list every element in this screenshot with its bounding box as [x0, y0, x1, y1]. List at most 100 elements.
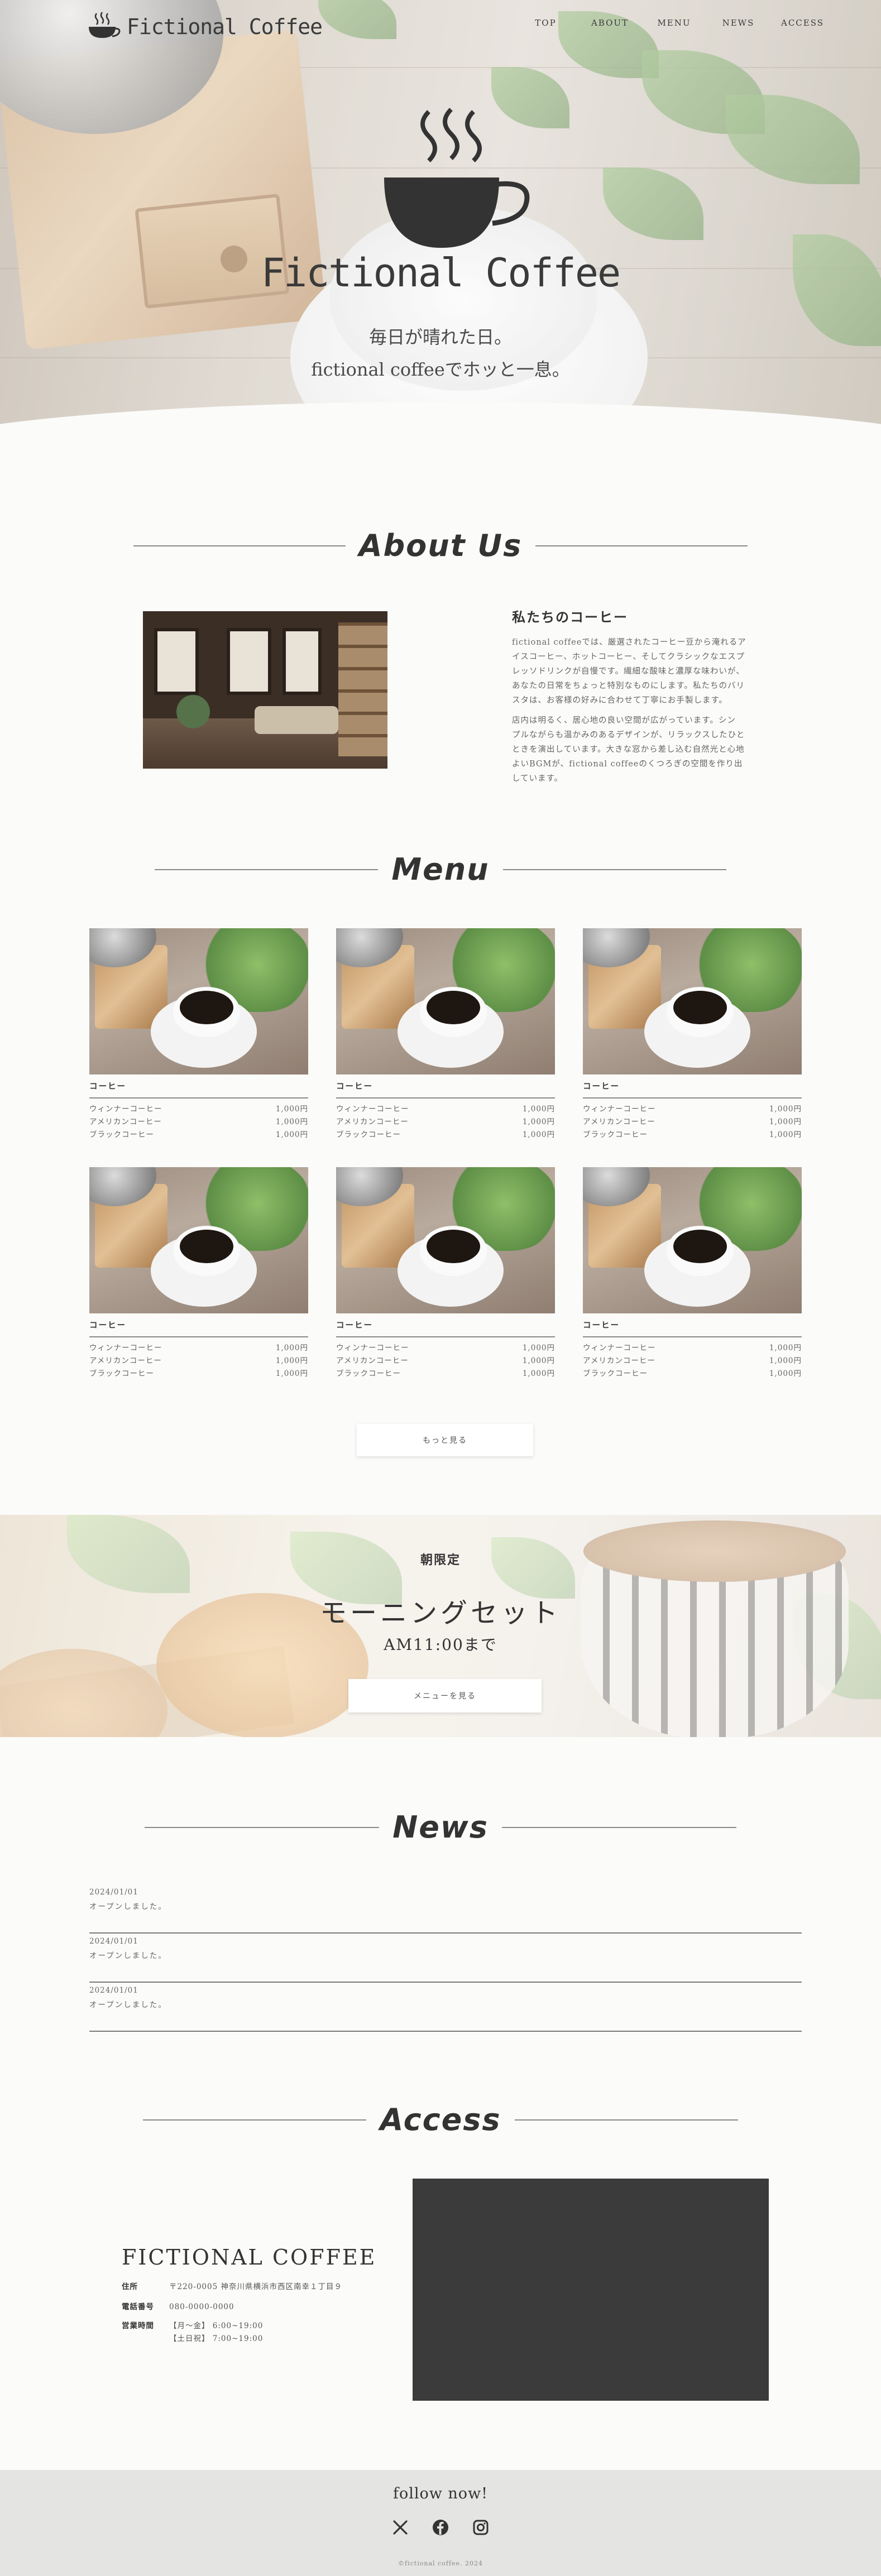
shop-name: FICTIONAL COFFEE — [122, 2245, 377, 2270]
logo-text: Fictional Coffee — [127, 15, 323, 39]
news-item[interactable]: 2024/01/01 オープンしました。 — [89, 1884, 802, 1934]
menu-category: コーヒー — [89, 1319, 308, 1337]
menu-coffee-image — [336, 928, 555, 1074]
facebook-icon[interactable] — [432, 2519, 449, 2536]
menu-category: コーヒー — [583, 1080, 802, 1098]
menu-item-price: 1,000円 — [275, 1130, 308, 1139]
copyright: ©fictional coffee. 2024 — [398, 2560, 483, 2567]
about-p1-line: スタは、お客様の好みに合わせて丁寧にお手製します。 — [512, 696, 728, 705]
hours-label: 営業時間 — [122, 2321, 154, 2330]
menu-item-name: ブラックコーヒー — [336, 1130, 401, 1139]
menu-item-name: ブラックコーヒー — [336, 1369, 401, 1378]
menu-item-row: アメリカンコーヒー 1,000円 — [336, 1355, 555, 1368]
menu-item-name: アメリカンコーヒー — [583, 1356, 655, 1365]
news-text: オープンしました。 — [89, 1951, 167, 1960]
menu-card: コーヒー ウィンナーコーヒー 1,000円 アメリカンコーヒー 1,000円 ブラックコー… — [336, 928, 555, 1141]
about-p2-line: よいBGMが、fictional coffeeのくつろぎの空間を作り出 — [512, 760, 743, 769]
menu-item-name: ウィンナーコーヒー — [583, 1344, 656, 1352]
menu-item-row: アメリカンコーヒー 1,000円 — [583, 1116, 802, 1129]
nav-access[interactable]: ACCESS — [770, 18, 835, 28]
news-date: 2024/01/01 — [89, 1888, 138, 1897]
menu-item-row: アメリカンコーヒー 1,000円 — [336, 1116, 555, 1129]
menu-item-row: ウィンナーコーヒー 1,000円 — [583, 1103, 802, 1116]
about-p2-line: プルながらも温かみのあるデザインが、リラックスしたひと — [512, 731, 745, 740]
news-item[interactable]: 2024/01/01 オープンしました。 — [89, 1983, 802, 2032]
phone-label: 電話番号 — [122, 2302, 154, 2311]
menu-item-name: アメリカンコーヒー — [89, 1117, 162, 1126]
hours-weekend: 【土日祝】 7:00~19:00 — [169, 2334, 264, 2343]
menu-item-name: ブラックコーヒー — [89, 1130, 154, 1139]
hours-weekday: 【月～金】 6:00~19:00 — [169, 2321, 264, 2330]
address-value: 〒220-0005 神奈川県横浜市西区南幸１丁目９ — [169, 2282, 342, 2291]
morning-label: 朝限定 — [420, 1553, 461, 1567]
nav-news[interactable]: NEWS — [706, 18, 770, 28]
phone-value: 080-0000-0000 — [169, 2302, 234, 2311]
menu-item-name: ブラックコーヒー — [89, 1369, 154, 1378]
hero-subtitle-line2: fictional coffeeでホッと一息。 — [311, 359, 570, 380]
access-heading: Access — [0, 2102, 881, 2137]
nav-about[interactable]: ABOUT — [578, 18, 642, 28]
cafe-interior-image — [143, 611, 387, 769]
news-item[interactable]: 2024/01/01 オープンしました。 — [89, 1934, 802, 1983]
menu-item-name: ブラックコーヒー — [583, 1130, 648, 1139]
about-p1-line: fictional coffeeでは、厳選されたコーヒー豆から淹れるア — [512, 638, 746, 647]
menu-item-name: アメリカンコーヒー — [89, 1356, 162, 1365]
address-label: 住所 — [122, 2282, 138, 2291]
address-row: 住所 〒220-0005 神奈川県横浜市西区南幸１丁目９ — [122, 2281, 342, 2294]
social-links — [0, 2519, 881, 2536]
news-text: オープンしました。 — [89, 1902, 167, 1911]
hero-coffee-icon — [384, 108, 530, 248]
menu-item-price: 1,000円 — [769, 1105, 802, 1114]
menu-item-name: ウィンナーコーヒー — [336, 1105, 409, 1114]
more-menu-button[interactable]: もっと見る — [357, 1424, 533, 1456]
menu-item-row: アメリカンコーヒー 1,000円 — [583, 1355, 802, 1368]
about-subheading: 私たちのコーヒー — [512, 609, 628, 625]
menu-card: コーヒーウィンナーコーヒー 1,000円 アメリカンコーヒー 1,000円ブラックコー… — [89, 1167, 308, 1380]
menu-item-price: 1,000円 — [275, 1356, 308, 1365]
menu-item-price: 1,000円 — [769, 1369, 802, 1378]
menu-item-name: ウィンナーコーヒー — [336, 1344, 409, 1352]
nav-menu[interactable]: MENU — [642, 18, 706, 28]
news-date: 2024/01/01 — [89, 1986, 138, 1995]
menu-category: コーヒー — [336, 1319, 555, 1337]
menu-item-name: アメリカンコーヒー — [583, 1117, 655, 1126]
menu-item-name: ブラックコーヒー — [583, 1369, 648, 1378]
morning-time: AM11:00まで — [384, 1635, 497, 1654]
menu-coffee-image — [336, 1167, 555, 1313]
site-logo[interactable]: Fictional Coffee — [87, 11, 323, 39]
menu-coffee-image — [89, 1167, 308, 1313]
menu-item-price: 1,000円 — [522, 1117, 555, 1126]
menu-item-row: ウィンナーコーヒー 1,000円 — [89, 1342, 308, 1355]
access-heading-text: Access — [380, 2102, 501, 2137]
menu-item-price: 1,000円 — [275, 1344, 308, 1352]
menu-card: コーヒーウィンナーコーヒー 1,000円 アメリカンコーヒー 1,000円 ブラックコー… — [583, 1167, 802, 1380]
menu-category: コーヒー — [336, 1080, 555, 1098]
news-date: 2024/01/01 — [89, 1937, 138, 1946]
menu-item-name: アメリカンコーヒー — [336, 1356, 409, 1365]
view-menu-button[interactable]: メニューを見る — [348, 1679, 542, 1712]
hero-subtitle-line1: 毎日が晴れた日。 — [368, 327, 512, 348]
hours-row: 営業時間 【月～金】 6:00~19:00 【土日祝】 7:00~19:00 — [122, 2320, 263, 2345]
menu-item-row: ブラックコーヒー 1,000円 — [336, 1368, 555, 1380]
menu-card: コーヒー ウィンナーコーヒー 1,000円 アメリカンコーヒー 1,000円 ブラックコー… — [583, 928, 802, 1141]
menu-item-price: 1,000円 — [522, 1130, 555, 1139]
menu-coffee-image — [583, 928, 802, 1074]
menu-item-row: アメリカンコーヒー 1,000円 — [89, 1355, 308, 1368]
menu-item-price: 1,000円 — [522, 1105, 555, 1114]
instagram-icon[interactable] — [472, 2519, 490, 2536]
menu-item-price: 1,000円 — [275, 1105, 308, 1114]
news-heading-text: News — [392, 1810, 489, 1845]
menu-item-price: 1,000円 — [275, 1117, 308, 1126]
map-embed[interactable] — [413, 2179, 769, 2401]
phone-row: 電話番号 080-0000-0000 — [122, 2301, 234, 2314]
menu-item-row: ブラックコーヒー 1,000円 — [583, 1129, 802, 1141]
about-p1-line: イスコーヒー、ホットコーヒー、そしてクラシックなエスプ — [512, 653, 745, 661]
menu-item-row: ウィンナーコーヒー 1,000円 — [89, 1103, 308, 1116]
menu-item-row: アメリカンコーヒー 1,000円 — [89, 1116, 308, 1129]
x-icon[interactable] — [391, 2519, 409, 2536]
menu-heading: Menu — [0, 852, 881, 887]
menu-category: コーヒー — [583, 1319, 802, 1337]
coffee-cup-icon — [89, 12, 121, 38]
nav-top[interactable]: TOP — [514, 18, 578, 28]
menu-item-row: ブラックコーヒー 1,000円 — [336, 1129, 555, 1141]
